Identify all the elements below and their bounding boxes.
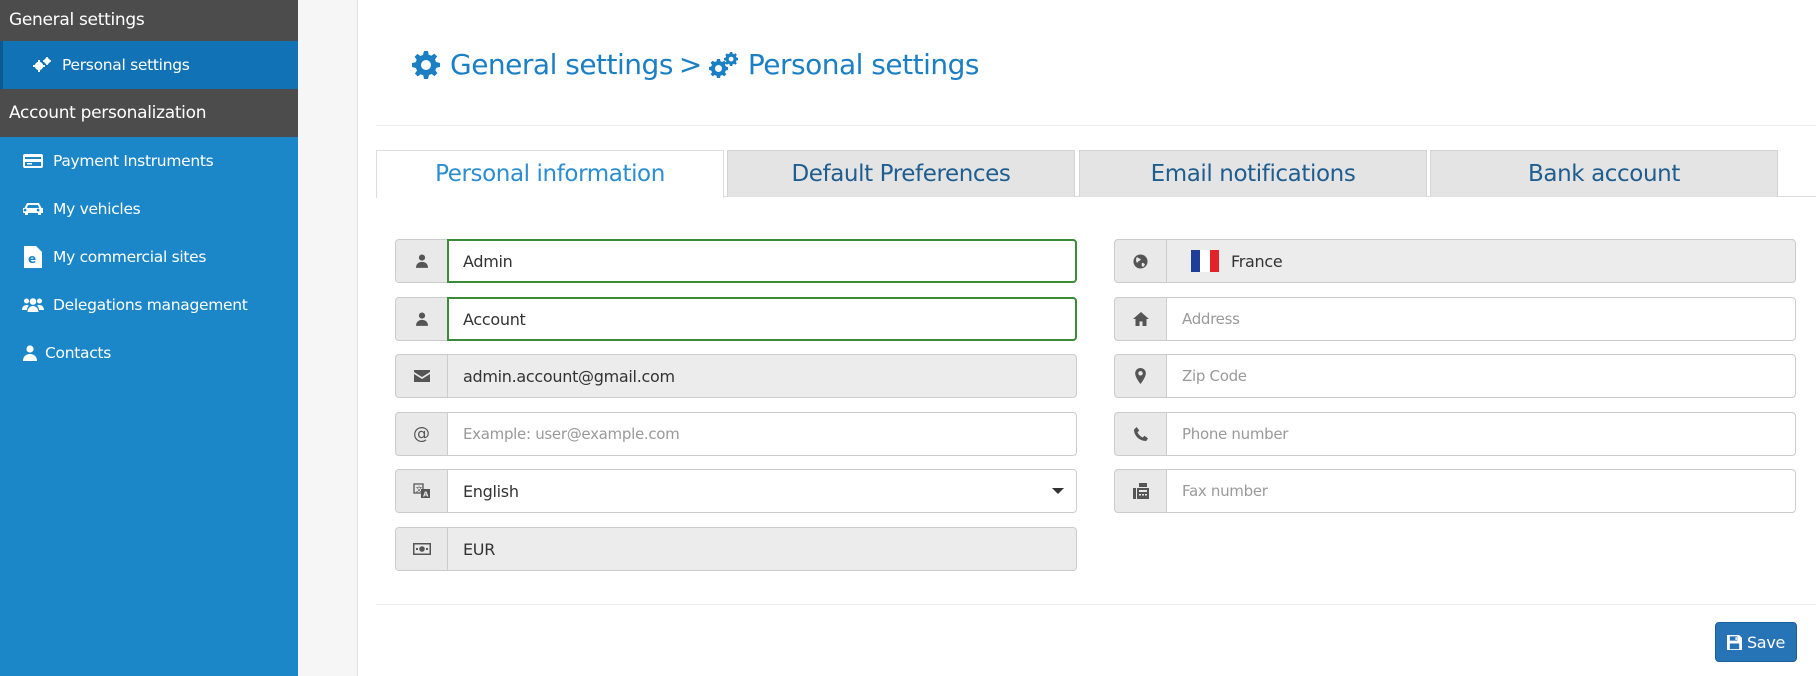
secondary-email-field: @ Example: user@example.com: [395, 412, 1077, 456]
email-input: admin.account@gmail.com: [447, 354, 1077, 398]
user-icon: [395, 239, 447, 283]
at-icon: @: [395, 412, 447, 456]
language-field: 文A English: [395, 469, 1077, 513]
map-marker-icon: [1114, 354, 1166, 398]
envelope-icon: [395, 354, 447, 398]
email-field: admin.account@gmail.com: [395, 354, 1077, 398]
user-icon: [22, 343, 38, 363]
phone-field: Phone number: [1114, 412, 1796, 456]
breadcrumb-general-settings[interactable]: General settings: [450, 48, 673, 81]
save-button-label: Save: [1746, 632, 1786, 652]
svg-text:A: A: [423, 491, 429, 499]
sidebar-item-label: Payment Instruments: [53, 152, 214, 170]
language-select-value: English: [463, 481, 519, 501]
credit-card-icon: [22, 151, 44, 171]
sidebar-section-general-settings[interactable]: General settings: [0, 0, 298, 41]
breadcrumb-separator: >: [678, 48, 702, 81]
tab-default-preferences[interactable]: Default Preferences: [727, 150, 1075, 197]
car-icon: [22, 199, 44, 219]
sidebar-item-label: Contacts: [45, 344, 111, 362]
sidebar-item-label: My commercial sites: [53, 248, 207, 266]
tab-email-notifications[interactable]: Email notifications: [1079, 150, 1427, 197]
phone-icon: [1114, 412, 1166, 456]
users-icon: [22, 295, 44, 315]
settings-tabs: Personal information Default Preferences…: [376, 150, 1816, 198]
breadcrumb-personal-settings: Personal settings: [747, 48, 980, 81]
address-input[interactable]: Address: [1166, 297, 1796, 341]
footer-divider: [376, 604, 1816, 605]
sidebar-item-label: My vehicles: [53, 200, 141, 218]
country-select[interactable]: France: [1166, 239, 1796, 283]
phone-input[interactable]: Phone number: [1166, 412, 1796, 456]
sidebar-item-personal-settings[interactable]: Personal settings: [0, 41, 298, 89]
zip-code-field: Zip Code: [1114, 354, 1796, 398]
tab-bank-account[interactable]: Bank account: [1430, 150, 1778, 197]
france-flag-icon: [1191, 250, 1219, 272]
last-name-field: Account: [395, 297, 1077, 341]
content-gutter: [298, 0, 358, 676]
sidebar-item-label: Personal settings: [62, 56, 190, 74]
user-icon: [395, 297, 447, 341]
header-divider: [376, 125, 1816, 126]
caret-down-icon: [1052, 488, 1064, 494]
sidebar-section-account-personalization[interactable]: Account personalization: [0, 89, 298, 137]
secondary-email-input[interactable]: Example: user@example.com: [447, 412, 1077, 456]
save-button[interactable]: Save: [1715, 622, 1797, 662]
fax-input[interactable]: Fax number: [1166, 469, 1796, 513]
sidebar: General settings Personal settings Accou…: [0, 0, 298, 676]
money-icon: [395, 527, 447, 571]
globe-icon: [1114, 239, 1166, 283]
e-document-icon: e: [22, 246, 44, 268]
sidebar-item-label: Delegations management: [53, 296, 248, 314]
tab-personal-information[interactable]: Personal information: [376, 150, 724, 198]
currency-input: EUR: [447, 527, 1077, 571]
first-name-input[interactable]: Admin: [447, 239, 1077, 283]
main-content: General settings > Personal settings Per…: [358, 0, 1820, 676]
zip-code-input[interactable]: Zip Code: [1166, 354, 1796, 398]
first-name-field: Admin: [395, 239, 1077, 283]
sidebar-item-my-vehicles[interactable]: My vehicles: [0, 185, 298, 233]
home-icon: [1114, 297, 1166, 341]
fax-field: Fax number: [1114, 469, 1796, 513]
gears-icon: [31, 55, 53, 75]
last-name-input[interactable]: Account: [447, 297, 1077, 341]
sidebar-item-payment-instruments[interactable]: Payment Instruments: [0, 137, 298, 185]
currency-field: EUR: [395, 527, 1077, 571]
sidebar-item-contacts[interactable]: Contacts: [0, 329, 298, 377]
translate-icon: 文A: [395, 469, 447, 513]
address-field: Address: [1114, 297, 1796, 341]
page-title: General settings > Personal settings: [412, 48, 979, 81]
language-select[interactable]: English: [447, 469, 1077, 513]
sidebar-item-my-commercial-sites[interactable]: e My commercial sites: [0, 233, 298, 281]
gears-icon: [708, 51, 738, 78]
svg-text:e: e: [28, 252, 36, 266]
sidebar-item-delegations-management[interactable]: Delegations management: [0, 281, 298, 329]
fax-icon: [1114, 469, 1166, 513]
country-field: France: [1114, 239, 1796, 283]
country-select-value: France: [1231, 251, 1283, 271]
floppy-disk-icon: [1726, 634, 1747, 650]
gear-icon: [412, 50, 440, 79]
